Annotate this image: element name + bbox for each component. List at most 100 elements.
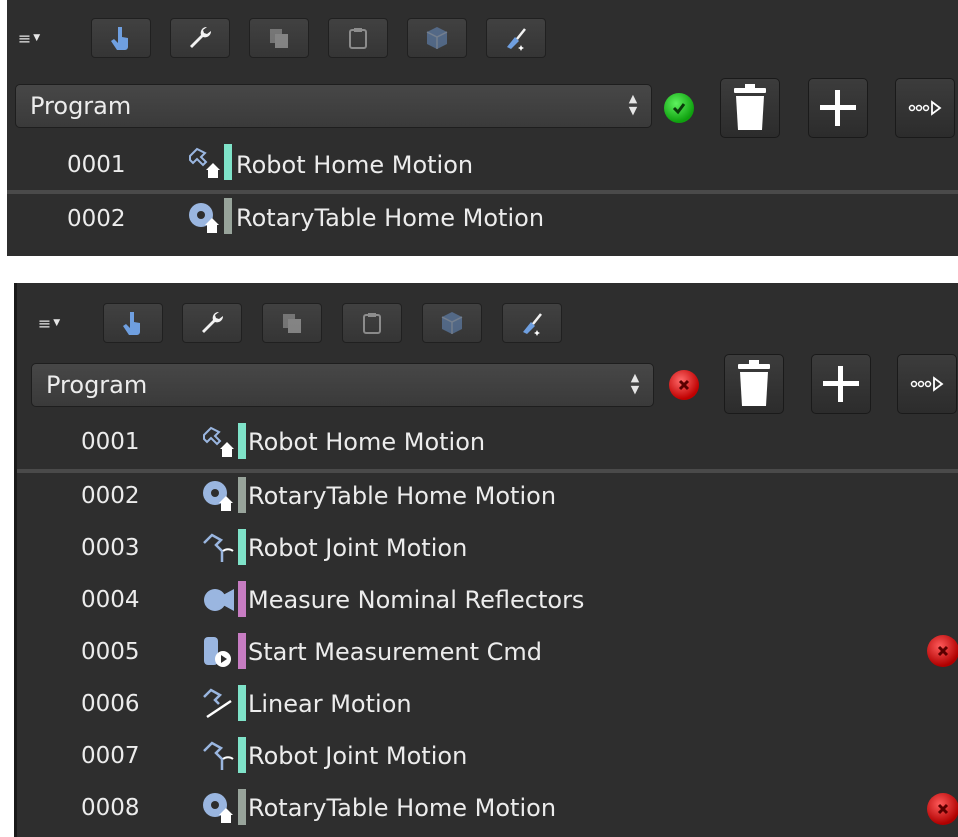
row-label: RotaryTable Home Motion (248, 794, 557, 822)
row-label: Robot Home Motion (236, 151, 474, 179)
row-number: 0003 (81, 535, 140, 561)
row-label: Robot Joint Motion (248, 534, 468, 562)
wrench-button[interactable] (182, 303, 242, 343)
trash-icon (734, 84, 766, 130)
row-type-bar (224, 198, 232, 234)
row-type-bar (238, 477, 246, 513)
wrench-icon (190, 26, 212, 48)
run-arrow-icon (910, 376, 944, 392)
delete-button[interactable] (724, 354, 784, 414)
row-label: RotaryTable Home Motion (248, 482, 557, 510)
row-number: 0002 (81, 483, 140, 509)
list-item[interactable]: 0002 RotaryTable Home Motion (17, 473, 958, 523)
wrench-icon (202, 311, 224, 333)
row-number: 0006 (81, 691, 140, 717)
row-type-bar (238, 789, 246, 825)
clipboard-button[interactable] (328, 18, 388, 58)
clipboard-icon (349, 28, 367, 49)
hand-pointer-icon (123, 312, 140, 335)
linear-motion-icon (203, 688, 232, 719)
cube-icon (426, 27, 448, 49)
row-type-bar (224, 144, 232, 180)
list-item[interactable]: 0004 Measure Nominal Reflectors (17, 577, 958, 627)
rotary-home-icon (203, 793, 233, 823)
status-ok-icon (664, 93, 694, 123)
rotary-home-icon (189, 203, 219, 233)
clipboard-button[interactable] (342, 303, 402, 343)
row-number: 0001 (67, 152, 126, 178)
row-label: RotaryTable Home Motion (236, 204, 545, 232)
row-label: Measure Nominal Reflectors (248, 586, 585, 614)
status-error-icon (669, 370, 699, 400)
add-button[interactable] (808, 78, 868, 138)
list-item[interactable]: 0001 Robot Home Motion (17, 419, 958, 473)
list-item[interactable]: 0003 Robot Joint Motion (17, 525, 958, 575)
row-type-bar (238, 423, 246, 459)
list-menu-icon[interactable]: ≡ ▼ (7, 21, 51, 55)
add-button[interactable] (811, 354, 871, 414)
wrench-button[interactable] (170, 18, 230, 58)
robot-home-icon (189, 147, 220, 178)
row-label: Linear Motion (248, 690, 412, 718)
row-error-icon (927, 635, 958, 667)
row-number: 0001 (81, 429, 140, 455)
program-panel-top: ≡ ▼ Program ▲ ▼ 0001 Robot Home Motion 0… (7, 0, 958, 256)
hand-pointer-button[interactable] (103, 303, 163, 343)
program-select-value: Program (46, 371, 148, 399)
list-item[interactable]: 0005 Start Measurement Cmd (17, 629, 958, 679)
clipboard-icon (363, 313, 381, 334)
program-select-value: Program (30, 92, 132, 120)
toolbar: ≡ ▼ (17, 303, 958, 343)
camera-icon (204, 589, 234, 611)
row-type-bar (238, 685, 246, 721)
row-error-icon (927, 793, 958, 825)
run-button[interactable] (895, 78, 955, 138)
row-number: 0004 (81, 587, 140, 613)
row-label: Robot Joint Motion (248, 742, 468, 770)
row-label: Start Measurement Cmd (248, 638, 543, 666)
cube-button[interactable] (407, 18, 467, 58)
clear-broom-button[interactable] (486, 18, 546, 58)
row-type-bar (238, 633, 246, 669)
list-item[interactable]: 0002 RotaryTable Home Motion (7, 194, 958, 244)
program-panel-bottom: ≡ ▼ Program ▲ ▼ 0001 Robot Home Motion 0… (14, 283, 958, 837)
program-select[interactable]: Program ▲ ▼ (31, 363, 654, 407)
robot-joint-icon (203, 741, 234, 770)
list-item[interactable]: 0006 Linear Motion (17, 681, 958, 731)
hand-pointer-icon (111, 27, 128, 50)
robot-home-icon (203, 426, 234, 457)
cube-button[interactable] (422, 303, 482, 343)
row-type-bar (238, 529, 246, 565)
delete-button[interactable] (720, 78, 780, 138)
copy-button[interactable] (249, 18, 309, 58)
plus-icon (820, 90, 856, 126)
robot-joint-icon (203, 533, 234, 562)
select-spinner-icon: ▲ ▼ (628, 92, 638, 117)
row-label: Robot Home Motion (248, 428, 486, 456)
row-type-bar (238, 737, 246, 773)
program-select[interactable]: Program ▲ ▼ (15, 84, 652, 128)
clear-broom-icon (507, 28, 526, 51)
row-number: 0008 (81, 795, 140, 821)
list-item[interactable]: 0008 RotaryTable Home Motion (17, 785, 958, 835)
select-spinner-icon: ▲ ▼ (630, 371, 640, 396)
list-menu-icon[interactable]: ≡ ▼ (27, 306, 71, 340)
run-button[interactable] (897, 354, 957, 414)
row-number: 0005 (81, 639, 140, 665)
row-number: 0002 (67, 206, 126, 232)
run-arrow-icon (908, 100, 942, 116)
list-item[interactable]: 0001 Robot Home Motion (7, 140, 958, 194)
hand-pointer-button[interactable] (91, 18, 151, 58)
copy-button[interactable] (262, 303, 322, 343)
rotary-home-icon (203, 481, 233, 511)
clear-broom-button[interactable] (502, 303, 562, 343)
measure-start-icon (204, 637, 231, 667)
copy-icon (270, 29, 288, 48)
trash-icon (738, 360, 770, 406)
clear-broom-icon (523, 313, 542, 336)
list-item[interactable]: 0007 Robot Joint Motion (17, 733, 958, 783)
cube-icon (441, 312, 463, 334)
row-number: 0007 (81, 743, 140, 769)
row-type-bar (238, 581, 246, 617)
toolbar: ≡ ▼ (7, 18, 958, 58)
